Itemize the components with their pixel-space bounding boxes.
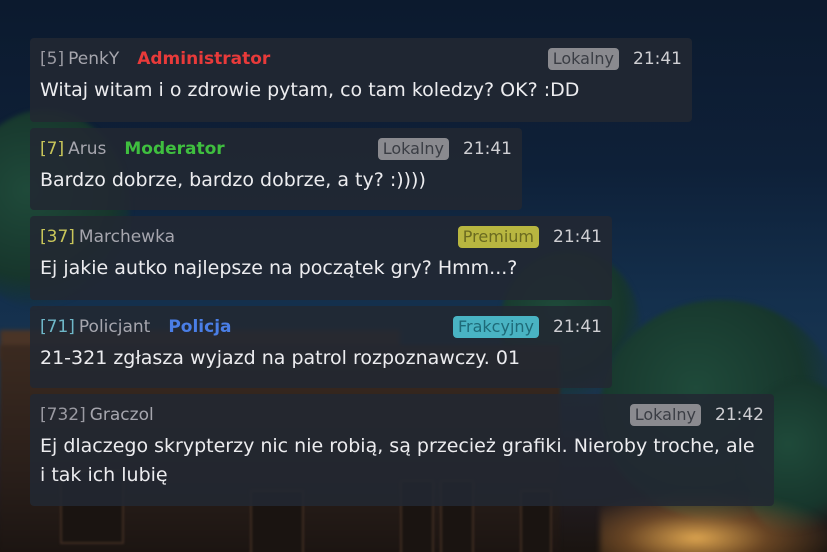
- message-time: 21:42: [715, 405, 764, 425]
- message-header: [37] Marchewka Premium 21:41: [40, 224, 602, 250]
- message-text: 21-321 zgłasza wyjazd na patrol rozpozna…: [40, 347, 521, 369]
- player-id: [5]: [40, 49, 65, 69]
- chat-message: [37] Marchewka Premium 21:41 Ej jakie aut…: [30, 216, 612, 300]
- player-role: Administrator: [137, 49, 271, 69]
- chat-message: [7] Arus Moderator Lokalny 21:41 Bardzo do…: [30, 128, 522, 210]
- channel-badge: Lokalny: [629, 404, 701, 426]
- player-role: Moderator: [124, 139, 225, 159]
- message-header: [5] PenkY Administrator Lokalny 21:41: [40, 46, 682, 72]
- chat-message: [732] Graczol Lokalny 21:42 Ej dlaczego s…: [30, 394, 774, 506]
- player-role: Policja: [168, 317, 232, 337]
- player-name[interactable]: Arus: [68, 139, 106, 159]
- message-meta: Lokalny 21:41: [377, 136, 512, 162]
- channel-badge: Lokalny: [547, 48, 619, 70]
- message-header: [7] Arus Moderator Lokalny 21:41: [40, 136, 512, 162]
- message-time: 21:41: [553, 317, 602, 337]
- message-time: 21:41: [553, 227, 602, 247]
- player-id: [71]: [40, 317, 75, 337]
- player-id: [732]: [40, 405, 86, 425]
- message-meta: Frakcyjny 21:41: [452, 314, 602, 340]
- player-name[interactable]: PenkY: [68, 49, 119, 69]
- message-text: Ej jakie autko najlepsze na początek gry…: [40, 257, 518, 279]
- player-name[interactable]: Policjant: [79, 317, 150, 337]
- message-header: [732] Graczol Lokalny 21:42: [40, 402, 764, 428]
- message-text: Ej dlaczego skrypterzy nic nie robią, są…: [40, 435, 755, 486]
- message-text: Witaj witam i o zdrowie pytam, co tam ko…: [40, 79, 580, 101]
- message-header: [71] Policjant Policja Frakcyjny 21:41: [40, 314, 602, 340]
- player-id: [7]: [40, 139, 65, 159]
- channel-badge: Lokalny: [377, 138, 449, 160]
- player-name[interactable]: Marchewka: [79, 227, 175, 247]
- message-time: 21:41: [633, 49, 682, 69]
- player-id: [37]: [40, 227, 75, 247]
- channel-badge: Premium: [457, 226, 539, 248]
- message-text: Bardzo dobrze, bardzo dobrze, a ty? :)))…: [40, 169, 426, 191]
- player-name[interactable]: Graczol: [90, 405, 154, 425]
- message-meta: Lokalny 21:42: [629, 402, 764, 428]
- message-meta: Premium 21:41: [457, 224, 602, 250]
- chat-message: [71] Policjant Policja Frakcyjny 21:41 21-…: [30, 306, 612, 388]
- message-time: 21:41: [463, 139, 512, 159]
- message-meta: Lokalny 21:41: [547, 46, 682, 72]
- chat-message: [5] PenkY Administrator Lokalny 21:41 Wita…: [30, 38, 692, 122]
- channel-badge: Frakcyjny: [452, 316, 539, 338]
